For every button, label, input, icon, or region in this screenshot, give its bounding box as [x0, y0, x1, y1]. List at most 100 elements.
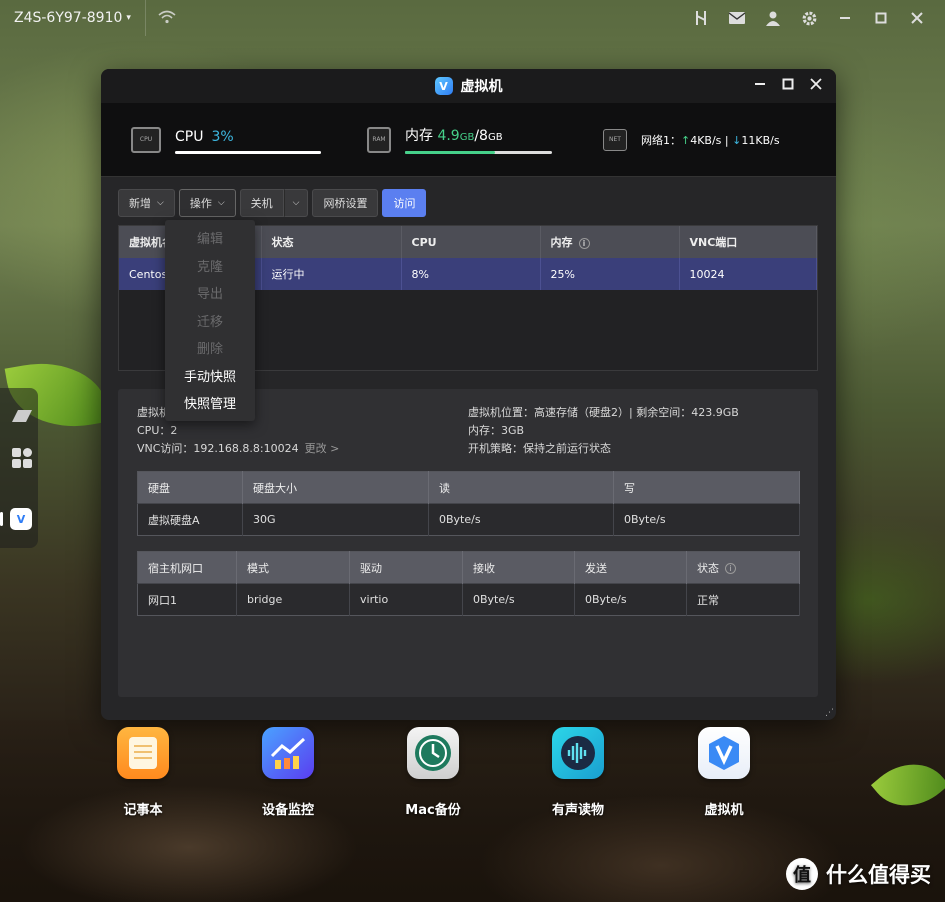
cpu-value: 3%: [211, 128, 234, 145]
network-label: 网络1：: [641, 133, 681, 147]
vm-memory-cell: 25%: [540, 258, 680, 290]
bridge-settings-label: 网桥设置: [323, 197, 368, 210]
column-header[interactable]: 内存 i: [540, 226, 680, 258]
vm-status-cell: 运行中: [261, 258, 402, 290]
table-row: 网口1 bridge virtio 0Byte/s 0Byte/s 正常: [137, 583, 800, 616]
add-label: 新增: [129, 197, 151, 210]
app-notepad[interactable]: 记事本: [98, 727, 188, 818]
chevron-down-icon: ▾: [126, 13, 131, 23]
device-name: Z4S-6Y97-8910: [14, 10, 123, 26]
network-separator: |: [724, 133, 729, 147]
column-header: 硬盘大小: [242, 471, 429, 504]
column-header[interactable]: VNC端口: [679, 226, 817, 258]
menu-item-migrate[interactable]: 迁移: [165, 307, 255, 335]
info-icon[interactable]: i: [725, 563, 736, 574]
gear-icon[interactable]: [799, 8, 819, 28]
virtual-machine-icon[interactable]: V: [10, 508, 34, 532]
driver-cell: virtio: [349, 583, 463, 616]
disk-name-cell: 虚拟硬盘A: [137, 503, 243, 536]
app-virtual-machine[interactable]: 虚拟机: [679, 727, 769, 818]
app-label: 有声读物: [551, 803, 604, 818]
network-interface-table: 宿主机网口 模式 驱动 接收 发送 状态 i 网口1 bridge virtio …: [137, 551, 800, 616]
top-bar: Z4S-6Y97-8910 ▾: [0, 0, 945, 36]
chevron-down-icon: ⌵: [292, 198, 300, 208]
device-selector[interactable]: Z4S-6Y97-8910 ▾: [0, 0, 146, 36]
column-header[interactable]: CPU: [401, 226, 541, 258]
shutdown-button[interactable]: 关机: [239, 189, 284, 217]
column-header[interactable]: 状态: [261, 226, 402, 258]
folder-icon[interactable]: [10, 406, 34, 430]
memory-label: 内存: [405, 128, 433, 144]
menu-item-delete[interactable]: 删除: [165, 334, 255, 362]
vm-detail-panel: 虚拟机 CPU：2 VNC访问：192.168.8.8:10024 更改 > 虚拟…: [118, 389, 818, 697]
shutdown-dropdown-button[interactable]: ⌵: [283, 189, 309, 217]
change-vnc-link[interactable]: 更改 >: [305, 442, 340, 455]
maximize-icon[interactable]: [782, 78, 794, 94]
tools-icon[interactable]: [691, 8, 711, 28]
virtual-machine-icon: V: [434, 77, 453, 95]
minimize-icon[interactable]: [754, 78, 766, 94]
bridge-settings-button[interactable]: 网桥设置: [312, 189, 379, 217]
virtual-machine-icon: [698, 727, 750, 779]
app-mac-backup[interactable]: Mac备份: [388, 727, 478, 818]
add-button[interactable]: 新增 ⌵: [118, 189, 175, 217]
cpu-label: CPU: [175, 128, 204, 145]
close-icon[interactable]: [810, 78, 822, 94]
app-device-monitor[interactable]: 设备监控: [243, 727, 333, 818]
download-arrow-icon: ↓: [732, 133, 742, 147]
operations-button[interactable]: 操作 ⌵: [178, 189, 236, 217]
visit-label: 访问: [393, 197, 416, 210]
detail-memory: 内存：3GB: [468, 424, 525, 437]
status-header-label: 状态: [697, 561, 719, 575]
chevron-down-icon: ⌵: [157, 198, 164, 208]
audiobook-icon: [552, 727, 604, 779]
column-header: 驱动: [349, 551, 463, 584]
watermark-badge: 值: [786, 858, 818, 890]
memory-header-label: 内存: [550, 236, 573, 249]
column-header: 状态 i: [686, 551, 800, 584]
mail-icon[interactable]: [727, 8, 747, 28]
operations-dropdown-menu: 编辑 克隆 导出 迁移 删除 手动快照 快照管理: [165, 220, 255, 421]
active-indicator: [0, 512, 3, 526]
resize-handle-icon[interactable]: ⋰: [825, 708, 834, 718]
disk-size-cell: 30G: [242, 503, 429, 536]
menu-item-clone[interactable]: 克隆: [165, 252, 255, 280]
receive-cell: 0Byte/s: [462, 583, 575, 616]
column-header: 宿主机网口: [137, 551, 237, 584]
network-stat: NET 网络1：↑4KB/s | ↓11KB/s: [603, 128, 780, 151]
minimize-icon[interactable]: [835, 8, 855, 28]
network-icon: NET: [603, 128, 627, 151]
app-label: 虚拟机: [704, 803, 744, 818]
memory-used-unit: GB: [459, 132, 475, 143]
memory-usage-bar: [405, 151, 552, 154]
menu-item-edit[interactable]: 编辑: [165, 224, 255, 252]
memory-stat: RAM 内存 4.9GB/8GB: [367, 125, 603, 154]
memory-total: 8: [479, 128, 488, 144]
cpu-stat: CPU CPU 3%: [131, 126, 367, 154]
menu-item-export[interactable]: 导出: [165, 279, 255, 307]
watermark-text: 什么值得买: [826, 863, 931, 887]
info-icon[interactable]: i: [578, 237, 590, 249]
disk-read-cell: 0Byte/s: [428, 503, 614, 536]
vm-window: V 虚拟机 CPU CPU 3% RAM 内存 4.9GB/8GB NET 网络1…: [101, 69, 836, 720]
monitor-chart-icon: [262, 727, 314, 779]
app-audiobook[interactable]: 有声读物: [533, 727, 623, 818]
column-header: 写: [613, 471, 800, 504]
window-title-bar: V 虚拟机: [101, 69, 836, 103]
apps-grid-icon[interactable]: [10, 446, 34, 470]
wifi-icon[interactable]: [158, 9, 176, 28]
network-upload: 4KB/s: [690, 133, 722, 147]
notepad-icon: [117, 727, 169, 779]
port-cell: 网口1: [137, 583, 237, 616]
app-label: 设备监控: [261, 803, 314, 818]
visit-button[interactable]: 访问: [382, 189, 427, 217]
menu-item-snapshot-management[interactable]: 快照管理: [165, 389, 255, 417]
maximize-icon[interactable]: [871, 8, 891, 28]
column-header: 硬盘: [137, 471, 243, 504]
cpu-chip-icon: CPU: [131, 126, 161, 153]
column-header: 读: [428, 471, 614, 504]
user-icon[interactable]: [763, 8, 783, 28]
menu-item-manual-snapshot[interactable]: 手动快照: [165, 362, 255, 390]
time-machine-icon: [407, 727, 459, 779]
close-icon[interactable]: [907, 8, 927, 28]
